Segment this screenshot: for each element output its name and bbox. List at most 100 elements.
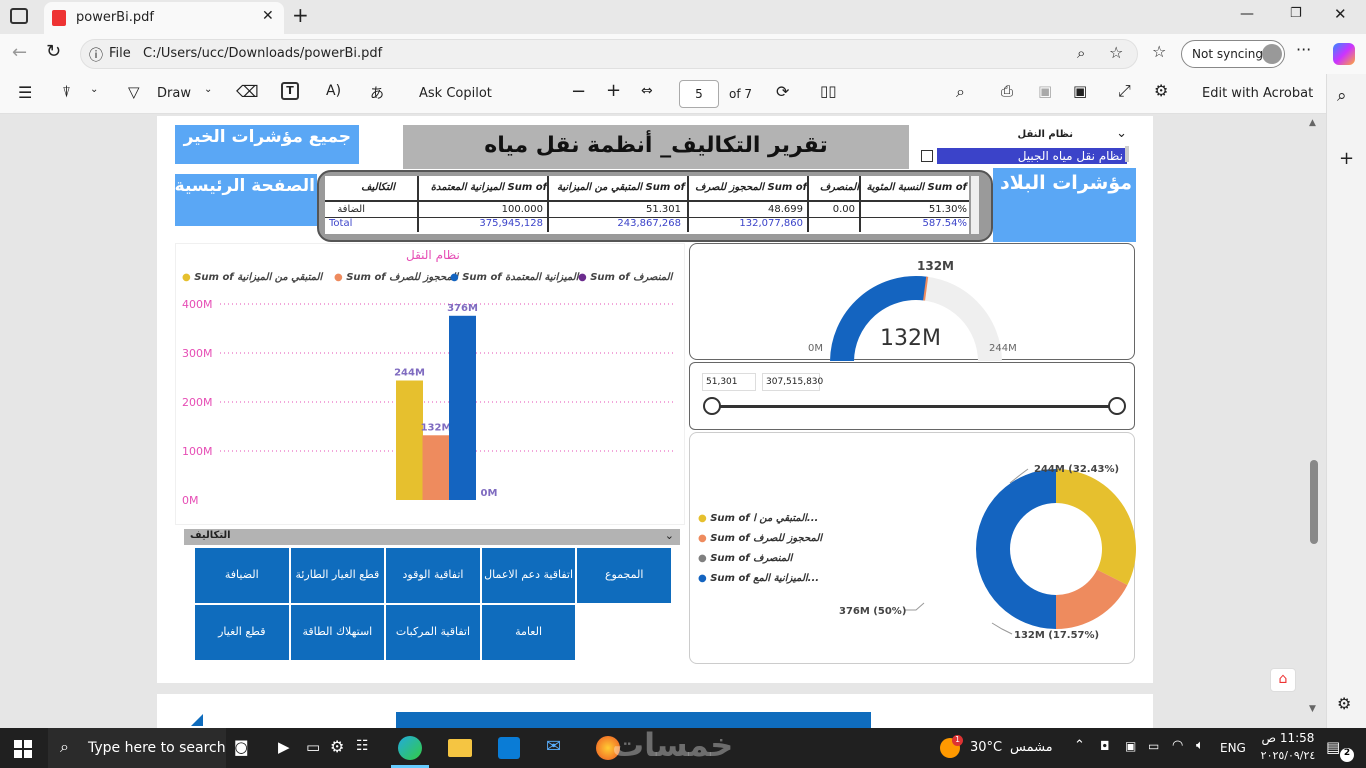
- bar[interactable]: [449, 315, 476, 500]
- more-icon[interactable]: ···: [1296, 40, 1311, 59]
- range-max-input[interactable]: 307,515,830: [762, 373, 823, 391]
- slicer-checkbox[interactable]: [921, 150, 933, 162]
- legend-item[interactable]: ● Sum of المنصرف: [578, 272, 672, 283]
- profile-sync-button[interactable]: Not syncing: [1181, 40, 1285, 68]
- close-tab-icon[interactable]: ✕: [262, 8, 274, 24]
- fullscreen-icon[interactable]: ⤢: [1118, 81, 1131, 101]
- file-explorer-icon[interactable]: [448, 739, 472, 757]
- add-icon[interactable]: +: [1339, 148, 1354, 169]
- zoom-out-icon[interactable]: −: [571, 81, 586, 102]
- settings-icon[interactable]: ⚙: [1154, 81, 1168, 100]
- minimize-icon[interactable]: —: [1240, 6, 1254, 22]
- window-icon[interactable]: ▭: [306, 738, 320, 756]
- zoom-in-icon[interactable]: +: [606, 80, 621, 101]
- scrollbar-thumb[interactable]: [1310, 460, 1318, 544]
- chevron-down-icon[interactable]: ⌄: [665, 529, 674, 542]
- range-min-input[interactable]: 51,301: [702, 373, 756, 391]
- volume-icon[interactable]: 🔈︎: [1196, 738, 1204, 753]
- video-icon[interactable]: ▶: [278, 738, 290, 756]
- omnibox[interactable]: ⓘ File C:/Users/ucc/Downloads/powerBi.pd…: [80, 39, 1138, 69]
- contents-icon[interactable]: ☰: [18, 83, 32, 102]
- category-button[interactable]: المجموع: [576, 547, 672, 604]
- rotate-icon[interactable]: ⟳: [776, 82, 789, 101]
- edge-icon[interactable]: [398, 736, 422, 760]
- fit-page-icon[interactable]: ⇔: [641, 83, 653, 99]
- category-header[interactable]: التكاليف ⌄: [184, 529, 680, 545]
- text-box-icon[interactable]: T: [281, 82, 299, 100]
- range-track[interactable]: [710, 405, 1118, 408]
- legend-item[interactable]: ● Sum of المحجوز للصرف: [334, 272, 458, 283]
- scroll-up-icon[interactable]: ▲: [1309, 118, 1316, 128]
- star-icon[interactable]: ☆: [1109, 43, 1123, 62]
- notifications-icon[interactable]: ▤: [1326, 738, 1340, 756]
- clock-date[interactable]: ٢٠٢٥/٠٩/٢٤: [1256, 749, 1320, 762]
- wifi-icon[interactable]: ◠: [1172, 738, 1183, 753]
- category-button[interactable]: استهلاك الطاقة: [289, 604, 386, 661]
- search-icon[interactable]: ⌕: [956, 82, 965, 102]
- category-button[interactable]: اتفاقية المركبات: [385, 604, 481, 661]
- draw-label[interactable]: Draw: [157, 86, 191, 101]
- category-button[interactable]: اتفاقية الوقود: [385, 547, 481, 604]
- category-button[interactable]: العامة: [480, 604, 577, 661]
- maximize-icon[interactable]: ❐: [1290, 6, 1302, 21]
- draw-icon[interactable]: ▽: [128, 83, 140, 101]
- bar[interactable]: [422, 435, 450, 500]
- home-page-button[interactable]: الصفحة الرئيسية: [175, 174, 317, 226]
- ask-copilot-button[interactable]: Ask Copilot: [419, 86, 492, 101]
- battery-icon[interactable]: ▭: [1148, 739, 1159, 753]
- legend-item[interactable]: ● Sum of المتبقي من الميزانية: [182, 272, 322, 283]
- bar[interactable]: [396, 380, 423, 500]
- category-button[interactable]: الضيافة: [194, 547, 290, 604]
- chevron-down-icon[interactable]: ⌄: [90, 84, 98, 95]
- save-icon[interactable]: ▣: [1038, 82, 1052, 100]
- donut-slice[interactable]: [976, 469, 1056, 629]
- category-button[interactable]: قطع الغيار الطارئة: [289, 547, 386, 604]
- edit-with-acrobat-button[interactable]: Edit with Acrobat: [1202, 86, 1313, 101]
- tab-actions-icon[interactable]: [10, 8, 28, 24]
- zoom-icon[interactable]: ⌕: [1077, 44, 1085, 62]
- clock-time[interactable]: 11:58 ص: [1258, 731, 1318, 745]
- camera-icon[interactable]: ◙: [234, 738, 249, 756]
- slicer-option[interactable]: نظام نقل مياه الجبيل: [937, 148, 1127, 164]
- taskbar-search[interactable]: ⌕ Type here to search: [48, 728, 226, 768]
- camera-tray-icon[interactable]: ◘: [1100, 739, 1110, 753]
- category-button[interactable]: قطع الغيار: [194, 604, 290, 661]
- back-icon[interactable]: ←: [12, 42, 27, 63]
- language-indicator[interactable]: ENG: [1220, 741, 1246, 755]
- weather-text[interactable]: مشمس: [1010, 740, 1053, 755]
- chevron-down-icon[interactable]: ⌄: [1116, 126, 1127, 141]
- legend-item[interactable]: ● Sum of الميزانية المع...: [698, 573, 819, 584]
- slicer-scrollbar[interactable]: [1125, 146, 1129, 162]
- tab-powerbi[interactable]: powerBi.pdf ✕: [44, 2, 284, 34]
- eraser-icon[interactable]: ⌫: [236, 82, 259, 101]
- legend-item[interactable]: ● Sum of المحجوز للصرف: [698, 533, 822, 544]
- favorites-icon[interactable]: ☆: [1152, 42, 1166, 61]
- legend-item[interactable]: ● Sum of المنصرف: [698, 553, 792, 564]
- legend-item[interactable]: ● Sum of المتبقي من ا...: [698, 513, 818, 524]
- legend-item[interactable]: ● Sum of الميزانية المعتمدة: [450, 272, 578, 283]
- task-view-icon[interactable]: ☷: [356, 738, 369, 754]
- search-icon[interactable]: ⌕: [1337, 86, 1347, 106]
- windows-start-icon[interactable]: [14, 740, 32, 758]
- country-indicators-button[interactable]: مؤشرات البلاد: [993, 168, 1136, 242]
- range-min-handle[interactable]: [703, 397, 721, 415]
- refresh-icon[interactable]: ↻: [46, 41, 61, 62]
- chevron-up-icon[interactable]: ⌃: [1074, 738, 1085, 753]
- url-text[interactable]: C:/Users/ucc/Downloads/powerBi.pdf: [143, 46, 382, 61]
- security-icon[interactable]: ▣: [1125, 739, 1136, 753]
- settings-icon[interactable]: ⚙: [1337, 694, 1351, 713]
- page-number-input[interactable]: 5: [679, 80, 719, 108]
- category-button[interactable]: اتفاقية دعم الاعمال: [480, 547, 577, 604]
- transport-slicer[interactable]: نظام النقل ⌄ نظام نقل مياه الجبيل: [911, 126, 1133, 168]
- store-icon[interactable]: [498, 737, 520, 759]
- all-indicators-button[interactable]: جميع مؤشرات الخير: [175, 125, 359, 167]
- page-view-icon[interactable]: ▯▯: [820, 82, 837, 100]
- acrobat-icon[interactable]: ⌂: [1270, 668, 1296, 692]
- mail-icon[interactable]: ✉: [546, 736, 561, 757]
- read-aloud-icon[interactable]: A): [326, 83, 341, 99]
- highlight-icon[interactable]: ⍒: [62, 83, 71, 101]
- range-max-handle[interactable]: [1108, 397, 1126, 415]
- print-icon[interactable]: ⎙: [1001, 82, 1013, 100]
- donut-slice[interactable]: [1056, 469, 1136, 586]
- chevron-down-icon[interactable]: ⌄: [204, 84, 212, 95]
